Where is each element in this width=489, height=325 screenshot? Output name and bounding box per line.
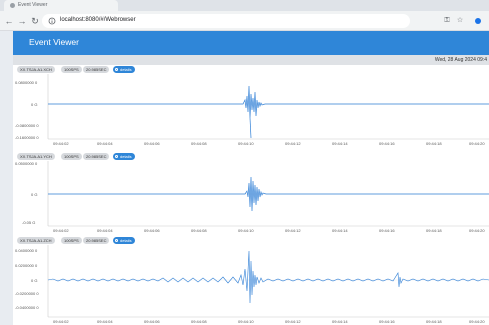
browser-tab[interactable]: Event Viewer	[4, 0, 118, 11]
x-tick-label: 09:44:18	[426, 141, 442, 146]
x-tick-label: 09:44:02	[53, 319, 69, 324]
y-tick-label: -0.0200000 0	[15, 291, 39, 296]
station-chip: XX.TSJA.A1.ZCH	[17, 237, 55, 244]
x-tick-label: 09:44:14	[332, 319, 348, 324]
waveform-trace	[48, 176, 489, 212]
profile-icon[interactable]	[472, 15, 484, 27]
y-tick-label: 0.0800000 0	[15, 80, 38, 85]
y-tick-label: 0.0400000 0	[15, 248, 38, 253]
x-tick-label: 09:44:16	[379, 141, 395, 146]
x-tick-label: 09:44:12	[285, 228, 301, 233]
tab-title: Event Viewer	[18, 2, 48, 8]
y-tick-label: 0.0500000 0	[15, 161, 38, 166]
details-button[interactable]: details	[113, 66, 135, 73]
waveform-panel-zch: XX.TSJA.A1.ZCH 100SPS 20.985SEC details …	[13, 237, 489, 325]
x-tick-label: 09:44:06	[144, 141, 160, 146]
browser-toolbar: ← → ↻ localhost:8080/#/Webrowser ⚿ ☆	[0, 11, 489, 31]
x-tick-label: 09:44:04	[97, 228, 113, 233]
waveform-trace	[47, 250, 489, 304]
y-tick-label: 0 G	[31, 192, 38, 197]
toggle-icon	[115, 239, 118, 242]
sps-chip: 100SPS	[61, 153, 82, 160]
details-button[interactable]: details	[113, 153, 135, 160]
info-icon	[48, 17, 56, 25]
x-tick-label: 09:44:08	[191, 141, 207, 146]
waveform-trace	[48, 85, 489, 119]
details-label: details	[120, 238, 132, 243]
event-viewer-content: Wed, 28 Aug 2024 09:4 XX.TSJA.A1.XCH 100…	[13, 55, 489, 325]
details-label: details	[120, 154, 132, 159]
x-tick-label: 09:44:14	[332, 141, 348, 146]
toggle-icon	[115, 68, 118, 71]
duration-chip: 20.985SEC	[83, 153, 110, 160]
y-tick-label: 0.0200000 0	[15, 263, 38, 268]
y-tick-label: -0.0800000 0	[15, 123, 39, 128]
page-title: Event Viewer	[29, 37, 79, 47]
x-tick-label: 09:44:06	[144, 228, 160, 233]
key-icon[interactable]: ⚿	[441, 15, 453, 27]
tab-favicon-icon	[10, 3, 15, 8]
x-tick-label: 09:44:20	[469, 141, 485, 146]
waveform-panel-ych: XX.TSJA.A1.YCH 100SPS 20.985SEC details …	[13, 153, 489, 234]
x-tick-label: 09:44:04	[97, 141, 113, 146]
x-tick-label: 09:44:20	[469, 228, 485, 233]
x-tick-label: 09:44:20	[469, 319, 485, 324]
x-tick-label: 09:44:12	[285, 319, 301, 324]
x-tick-label: 09:44:18	[426, 228, 442, 233]
sps-chip: 100SPS	[61, 66, 82, 73]
address-url: localhost:8080/#/Webrowser	[60, 17, 136, 23]
forward-icon[interactable]: →	[16, 15, 28, 27]
details-button[interactable]: details	[113, 237, 135, 244]
x-tick-label: 09:44:16	[379, 319, 395, 324]
x-tick-label: 09:44:06	[144, 319, 160, 324]
x-tick-label: 09:44:10	[238, 228, 254, 233]
x-tick-label: 09:44:14	[332, 228, 348, 233]
x-tick-label: 09:44:08	[191, 228, 207, 233]
reload-icon[interactable]: ↻	[29, 15, 41, 27]
x-tick-label: 09:44:04	[97, 319, 113, 324]
waveform-chart-ych	[47, 161, 489, 227]
duration-chip: 20.985SEC	[83, 66, 110, 73]
toggle-icon	[115, 155, 118, 158]
x-tick-label: 09:44:02	[53, 141, 69, 146]
duration-chip: 20.985SEC	[83, 237, 110, 244]
x-tick-label: 09:44:16	[379, 228, 395, 233]
back-icon[interactable]: ←	[3, 15, 15, 27]
date-bar: Wed, 28 Aug 2024 09:4	[13, 55, 489, 65]
address-bar[interactable]: localhost:8080/#/Webrowser	[42, 14, 410, 28]
waveform-chart-xch	[47, 74, 489, 140]
y-tick-label: -0.05 G	[22, 220, 36, 225]
star-icon[interactable]: ☆	[454, 15, 466, 27]
app-header: Event Viewer	[13, 31, 489, 55]
waveform-chart-zch	[47, 245, 489, 318]
x-tick-label: 09:44:10	[238, 319, 254, 324]
sps-chip: 100SPS	[61, 237, 82, 244]
y-tick-label: -0.0400000 0	[15, 305, 39, 310]
details-label: details	[120, 67, 132, 72]
x-tick-label: 09:44:12	[285, 141, 301, 146]
y-tick-label: -0.1600000 0	[15, 135, 39, 140]
y-tick-label: 0 G	[31, 102, 38, 107]
waveform-panel-xch: XX.TSJA.A1.XCH 100SPS 20.985SEC details …	[13, 66, 489, 147]
browser-tabstrip: Event Viewer	[0, 0, 489, 11]
x-tick-label: 09:44:10	[238, 141, 254, 146]
station-chip: XX.TSJA.A1.XCH	[17, 66, 55, 73]
station-chip: XX.TSJA.A1.YCH	[17, 153, 55, 160]
x-tick-label: 09:44:02	[53, 228, 69, 233]
x-tick-label: 09:44:18	[426, 319, 442, 324]
x-tick-label: 09:44:08	[191, 319, 207, 324]
event-date: Wed, 28 Aug 2024 09:4	[434, 57, 487, 63]
y-tick-label: 0 G	[31, 278, 38, 283]
